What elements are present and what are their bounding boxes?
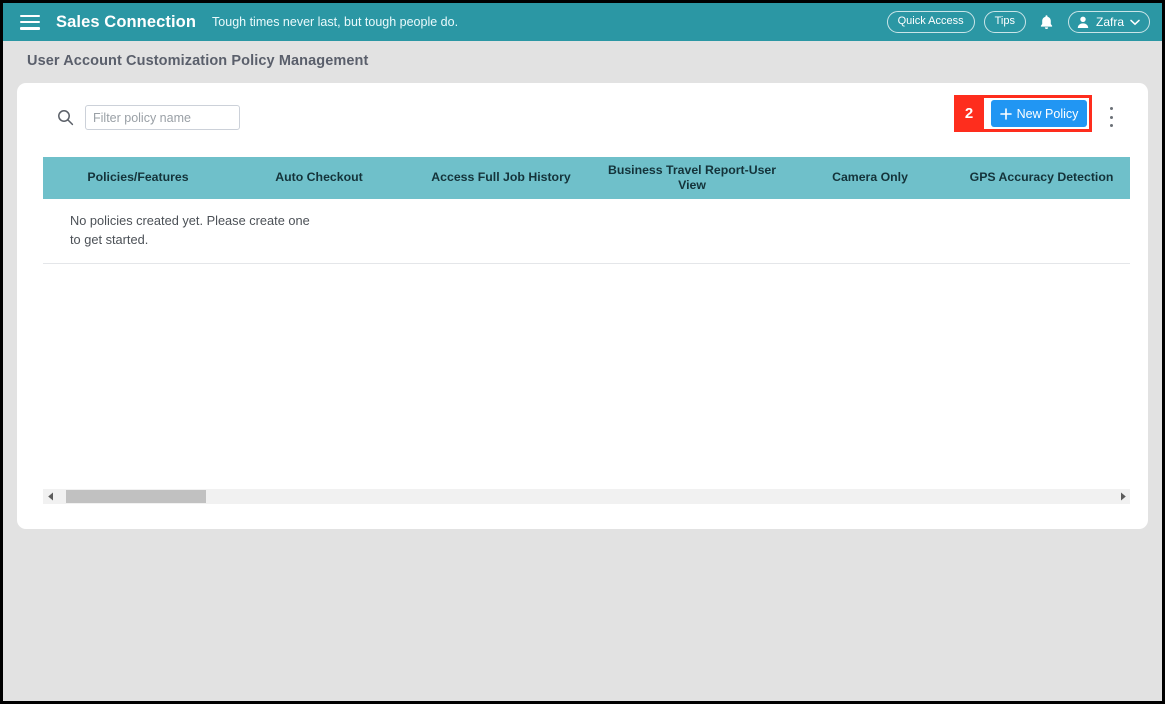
user-name-label: Zafra [1095, 15, 1124, 29]
app-tagline: Tough times never last, but tough people… [212, 15, 459, 29]
empty-state-line-1: No policies created yet. Please create o… [70, 213, 310, 228]
policies-table-header: Policies/Features Auto Checkout Access F… [43, 157, 1130, 199]
scrollbar-thumb[interactable] [66, 490, 206, 503]
tips-button[interactable]: Tips [983, 11, 1026, 33]
column-header-access-full-job-history[interactable]: Access Full Job History [405, 157, 597, 199]
hamburger-menu-icon[interactable] [20, 14, 40, 30]
column-header-policies-features[interactable]: Policies/Features [43, 157, 233, 199]
new-policy-button[interactable]: New Policy [991, 100, 1087, 127]
header-actions: Quick Access Tips Zafra [886, 10, 1162, 34]
table-header-row: Policies/Features Auto Checkout Access F… [43, 157, 1130, 199]
column-header-business-travel-report-user-view[interactable]: Business Travel Report-User View [597, 157, 787, 199]
empty-state-line-2: to get started. [70, 231, 149, 247]
app-header-bar: Sales Connection Tough times never last,… [3, 3, 1162, 41]
page-title: User Account Customization Policy Manage… [27, 53, 369, 69]
column-header-gps-accuracy-detection[interactable]: GPS Accuracy Detection [953, 157, 1130, 199]
chevron-down-icon [1130, 19, 1140, 25]
app-brand-title: Sales Connection [56, 12, 197, 31]
chevron-left-icon[interactable] [43, 489, 57, 504]
empty-state-row: No policies created yet. Please create o… [43, 199, 1130, 265]
bell-icon[interactable] [1035, 10, 1059, 34]
scrollbar-track[interactable] [57, 489, 1116, 504]
quick-access-button[interactable]: Quick Access [886, 11, 975, 33]
new-policy-label: New Policy [1016, 106, 1079, 121]
more-vertical-icon[interactable] [1103, 107, 1119, 127]
empty-state-message: No policies created yet. Please create o… [43, 199, 1130, 265]
policies-table-container: Policies/Features Auto Checkout Access F… [43, 157, 1130, 489]
policies-table-body: No policies created yet. Please create o… [43, 199, 1130, 265]
column-header-auto-checkout[interactable]: Auto Checkout [233, 157, 405, 199]
policies-table: Policies/Features Auto Checkout Access F… [43, 157, 1130, 265]
table-horizontal-scrollbar[interactable] [43, 489, 1130, 504]
policy-management-card: Policies/Features Auto Checkout Access F… [17, 83, 1148, 529]
policy-filter-group [57, 105, 240, 130]
annotation-step-number: 2 [954, 95, 984, 132]
policy-filter-input[interactable] [85, 105, 240, 130]
plus-icon [999, 107, 1012, 120]
app-window: Sales Connection Tough times never last,… [0, 0, 1165, 704]
user-avatar-icon [1077, 16, 1089, 28]
user-menu-button[interactable]: Zafra [1067, 11, 1150, 33]
search-icon[interactable] [57, 109, 74, 126]
column-header-camera-only[interactable]: Camera Only [787, 157, 953, 199]
chevron-right-icon[interactable] [1116, 489, 1130, 504]
